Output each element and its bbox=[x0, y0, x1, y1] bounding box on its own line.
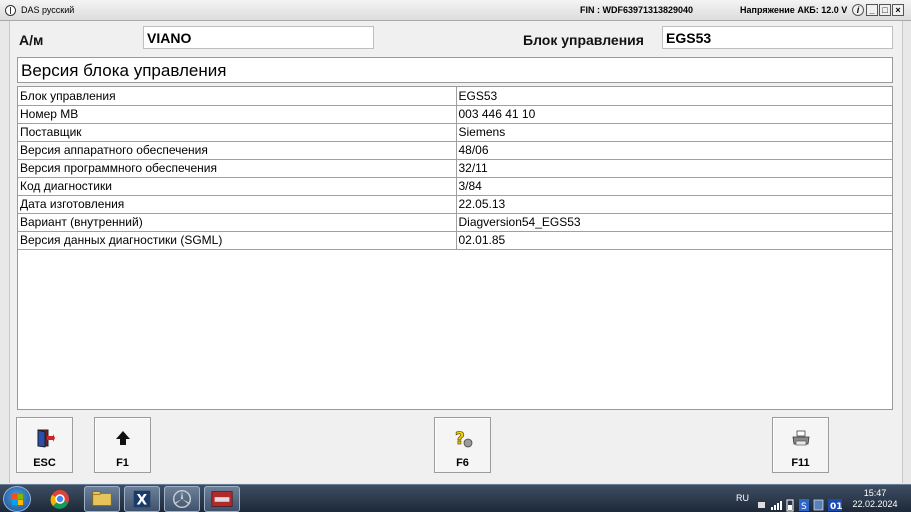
close-button[interactable]: × bbox=[892, 4, 904, 16]
table-row: Блок управления EGS53 bbox=[18, 87, 892, 106]
row-value: EGS53 bbox=[456, 87, 892, 106]
print-queue-icon bbox=[813, 499, 824, 511]
esc-button[interactable]: ESC bbox=[16, 417, 73, 473]
table-row: Дата изготовления 22.05.13 bbox=[18, 195, 892, 214]
svg-text:S: S bbox=[801, 502, 807, 512]
f1-button[interactable]: F1 bbox=[94, 417, 151, 473]
row-value: 22.05.13 bbox=[456, 195, 892, 214]
maximize-button[interactable]: □ bbox=[879, 4, 891, 16]
row-value: Siemens bbox=[456, 123, 892, 142]
main-panel: А/м VIANO Блок управления EGS53 Версия б… bbox=[9, 21, 903, 483]
window-title: DAS русский bbox=[21, 5, 75, 15]
row-value: 3/84 bbox=[456, 177, 892, 196]
minimize-button[interactable]: _ bbox=[866, 4, 878, 16]
usb-icon bbox=[758, 502, 765, 508]
row-value: 32/11 bbox=[456, 159, 892, 178]
row-value: 02.01.85 bbox=[456, 231, 892, 250]
row-label: Вариант (внутренний) bbox=[18, 213, 457, 232]
taskbar-file-explorer[interactable] bbox=[84, 486, 120, 512]
network-signal-icon bbox=[771, 501, 782, 510]
battery-voltage-readout: Напряжение АКБ: 12.0 V bbox=[740, 5, 848, 15]
file-explorer-icon bbox=[92, 491, 112, 506]
taskbar: X RU S 01 15:47 22.02.2024 bbox=[0, 484, 911, 512]
f11-button[interactable]: F11 bbox=[772, 417, 829, 473]
mercedes-star-icon bbox=[172, 489, 192, 509]
windows-logo-icon bbox=[12, 494, 23, 505]
help-question-icon: ? bbox=[454, 429, 472, 448]
svg-text:X: X bbox=[136, 493, 147, 509]
f1-label: F1 bbox=[116, 457, 129, 469]
row-label: Версия программного обеспечения bbox=[18, 159, 457, 178]
chrome-icon bbox=[50, 490, 69, 509]
vehicle-label: А/м bbox=[19, 32, 44, 48]
das-car-icon bbox=[211, 491, 233, 507]
svg-text:?: ? bbox=[455, 429, 465, 448]
printer-icon bbox=[792, 430, 809, 446]
clock-time: 15:47 bbox=[863, 488, 887, 498]
table-row: Поставщик Siemens bbox=[18, 123, 892, 142]
taskbar-xentry[interactable]: X bbox=[124, 486, 160, 512]
row-label: Блок управления bbox=[18, 87, 457, 106]
row-value: Diagversion54_EGS53 bbox=[456, 213, 892, 232]
battery-icon bbox=[786, 499, 794, 512]
clock-date: 22.02.2024 bbox=[852, 499, 898, 509]
info-button[interactable]: i bbox=[852, 4, 864, 16]
row-label: Номер MB bbox=[18, 105, 457, 124]
app-icon bbox=[5, 5, 16, 16]
arrow-up-icon bbox=[115, 431, 130, 445]
tray-icons: S 01 bbox=[758, 499, 843, 512]
table-row: Номер MB 003 446 41 10 bbox=[18, 105, 892, 124]
f6-label: F6 bbox=[456, 457, 469, 469]
window-titlebar: DAS русский FIN : WDF63971313829040 Напр… bbox=[0, 0, 911, 21]
row-value: 003 446 41 10 bbox=[456, 105, 892, 124]
row-label: Версия аппаратного обеспечения bbox=[18, 141, 457, 160]
f6-button[interactable]: ? F6 bbox=[434, 417, 491, 473]
table-row: Версия данных диагностики (SGML) 02.01.8… bbox=[18, 231, 892, 250]
sync-icon: S bbox=[799, 499, 809, 512]
table-row: Вариант (внутренний) Diagversion54_EGS53 bbox=[18, 213, 892, 232]
esc-label: ESC bbox=[33, 457, 56, 469]
row-value: 48/06 bbox=[456, 141, 892, 160]
ecu-field: EGS53 bbox=[662, 26, 893, 49]
start-button[interactable] bbox=[3, 486, 31, 512]
section-title: Версия блока управления bbox=[17, 57, 893, 83]
table-row: Код диагностики 3/84 bbox=[18, 177, 892, 196]
ecu-version-table: Блок управления EGS53 Номер MB 003 446 4… bbox=[17, 86, 893, 410]
row-label: Код диагностики bbox=[18, 177, 457, 196]
f11-label: F11 bbox=[791, 457, 810, 469]
notification-icon: 01 bbox=[828, 499, 843, 512]
vehicle-field: VIANO bbox=[143, 26, 374, 49]
xentry-icon: X bbox=[133, 490, 151, 509]
taskbar-chrome[interactable] bbox=[42, 486, 78, 512]
fin-readout: FIN : WDF63971313829040 bbox=[580, 5, 694, 15]
taskbar-mercedes[interactable] bbox=[164, 486, 200, 512]
taskbar-das[interactable] bbox=[204, 486, 240, 512]
system-clock[interactable]: 15:47 22.02.2024 bbox=[850, 488, 900, 510]
svg-text:01: 01 bbox=[830, 502, 843, 512]
row-label: Версия данных диагностики (SGML) bbox=[18, 231, 457, 250]
language-indicator[interactable]: RU bbox=[736, 493, 749, 512]
ecu-label: Блок управления bbox=[523, 32, 644, 48]
table-row: Версия аппаратного обеспечения 48/06 bbox=[18, 141, 892, 160]
table-row: Версия программного обеспечения 32/11 bbox=[18, 159, 892, 178]
row-label: Поставщик bbox=[18, 123, 457, 142]
exit-door-icon bbox=[37, 429, 55, 448]
row-label: Дата изготовления bbox=[18, 195, 457, 214]
